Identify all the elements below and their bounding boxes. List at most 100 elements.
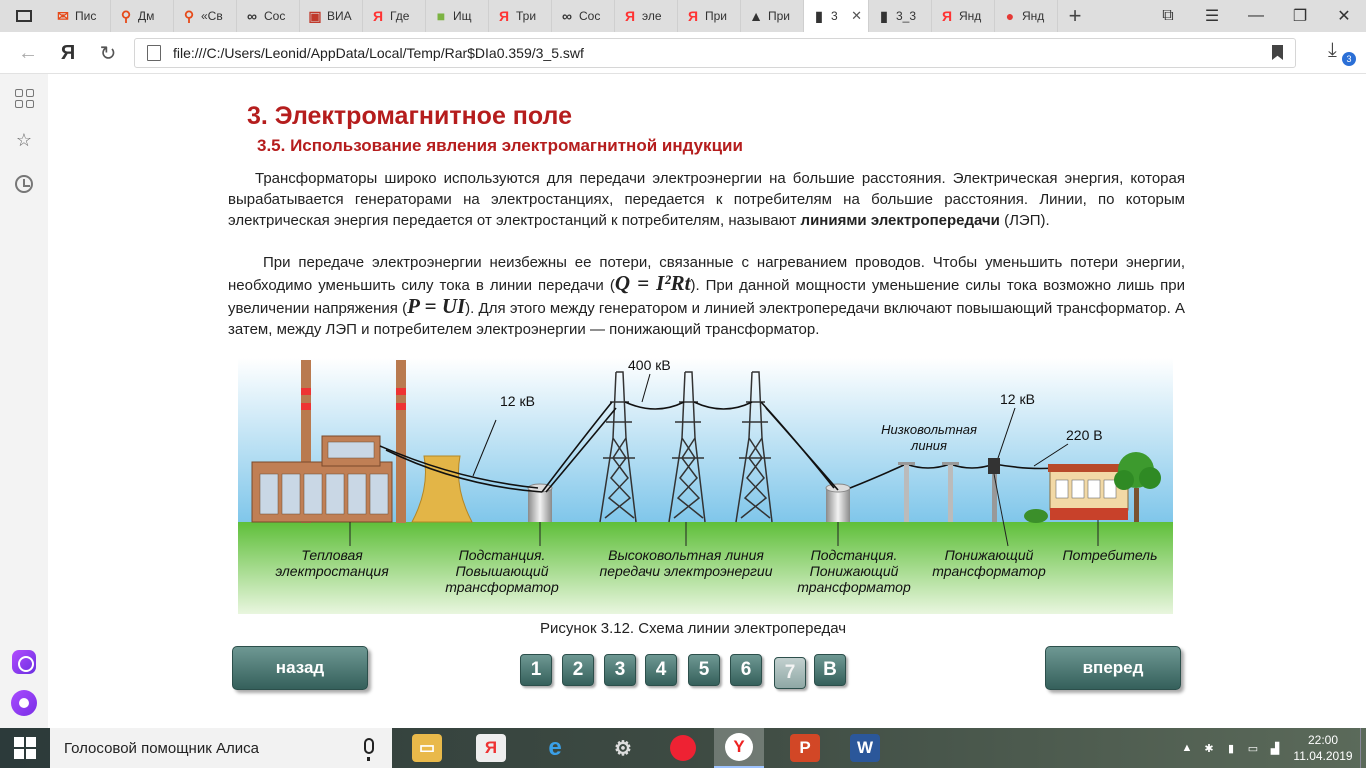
tab-item[interactable]: ⚲ «Св [174,0,237,32]
word-icon[interactable]: W [840,728,890,768]
page-icon [147,45,161,61]
downloads-button[interactable]: ⤓ 3 [1328,40,1356,66]
alice-chat-icon[interactable] [12,650,36,674]
tab-item[interactable]: ✉ Пис [48,0,111,32]
minimize-button[interactable]: — [1234,0,1278,32]
tab-item[interactable]: Я При [678,0,741,32]
tab-item[interactable]: Яэле [615,0,678,32]
window-icon [16,10,32,22]
powerpoint-icon[interactable]: P [780,728,830,768]
media-app-icon[interactable] [658,728,708,768]
restore-button[interactable]: ❐ [1278,0,1322,32]
tab-item[interactable]: ∞ Сос [237,0,300,32]
tab-strip: ✉ Пис ⚲ Дм ⚲ «Св ∞ Сос ▣ ВИА Я Где ■ Ищ Я Три ∞ Сос Яэле Я П… [48,0,1058,32]
formula-power: P = UI [407,294,466,318]
tab-label: ВИА [327,9,352,23]
tab-item[interactable]: ■ Ищ [426,0,489,32]
history-icon[interactable] [14,174,34,194]
label-sub2-1: Подстанция. [811,547,898,563]
yandex-logo-button[interactable]: Я [56,41,80,65]
tab-item[interactable]: ▮ 3_3 [869,0,932,32]
page-button-7[interactable]: 7 [774,657,806,689]
page-button-5[interactable]: 5 [688,654,720,686]
tab-label: Сос [264,9,286,23]
bluetooth-icon[interactable]: ✱ [1198,742,1220,755]
page-button-2[interactable]: 2 [562,654,594,686]
tab-item[interactable]: ▲ При [741,0,804,32]
page-button-6[interactable]: 6 [730,654,762,686]
settings-app-icon[interactable]: ⚙ [598,728,648,768]
tab-item[interactable]: ⚲ Дм [111,0,174,32]
page-button-3[interactable]: 3 [604,654,636,686]
address-bar: ← Я ↻ file:///C:/Users/Leonid/AppData/Lo… [0,32,1366,74]
tab-label: Янд [1022,9,1045,23]
yandex-icon: Я [498,8,510,24]
back-arrow-icon[interactable]: ← [16,41,40,65]
microphone-icon[interactable] [364,738,374,761]
page-button-4[interactable]: 4 [645,654,677,686]
tab-item[interactable]: ● Янд [995,0,1058,32]
tab-label: «Св [201,9,223,23]
bookmark-icon[interactable] [1272,45,1283,60]
show-desktop-button[interactable] [1360,728,1366,768]
keyboard-icon[interactable]: ▭ [1242,742,1264,755]
yandex-icon: Я [687,8,699,24]
tab-label: Дм [138,9,155,23]
yandex-app-icon[interactable]: Я [466,728,516,768]
battery-icon[interactable]: ▮ [1220,742,1242,755]
window-controls: ⧉ ☰ — ❐ ✕ [1146,0,1366,32]
url-text: file:///C:/Users/Leonid/AppData/Local/Te… [173,45,584,61]
close-tab-icon[interactable]: ✕ [851,8,862,24]
yandex-circle-icon: ● [1005,8,1015,24]
term-power-lines: линиями электропередачи [800,212,1000,229]
paragraph-2: При передаче электроэнергии неизбежны ее… [228,254,1185,338]
menu-icon[interactable]: ☰ [1190,0,1234,32]
reload-icon[interactable]: ↻ [96,41,120,65]
clock-time: 22:00 [1307,733,1339,747]
tab-item[interactable]: ∞ Сос [552,0,615,32]
section-subtitle: 3.5. Использование явления электромагнит… [257,136,743,155]
label-low-voltage-line-1: Низковольтная [881,422,977,437]
tab-label: Три [516,9,537,23]
network-icon[interactable]: ▟ [1264,742,1286,755]
tab-item[interactable]: Я Три [489,0,552,32]
label-sub2-2: Понижающий [810,563,899,579]
forward-button[interactable]: вперед [1045,646,1181,690]
new-tab-button[interactable]: + [1058,0,1092,32]
tab-label: Пис [75,9,97,23]
start-button[interactable] [0,728,50,768]
system-tray: ▲ ✱ ▮ ▭ ▟ 22:00 11.04.2019 [1176,728,1366,768]
close-window-button[interactable]: ✕ [1322,0,1366,32]
yandex-browser-icon[interactable]: Y [714,728,764,768]
internet-explorer-icon[interactable]: e [530,728,580,768]
figure-caption: Рисунок 3.12. Схема линии электропередач [540,620,847,637]
apps-grid-icon[interactable] [14,88,34,108]
alice-voice-icon[interactable] [11,690,37,716]
url-field[interactable]: file:///C:/Users/Leonid/AppData/Local/Te… [134,38,1296,68]
label-plant-2: электростанция [275,563,389,579]
star-icon[interactable]: ☆ [14,130,34,150]
tabs-menu-button[interactable] [0,0,48,32]
taskbar: Голосовой помощник Алиса ▭ Я e ⚙ Y P W ▲… [0,728,1366,768]
search-text: Голосовой помощник Алиса [64,739,259,757]
page-content: 3. Электромагнитное поле 3.5. Использова… [48,74,1366,728]
label-down-1: Понижающий [945,547,1034,563]
tab-item[interactable]: ▮ 3 ✕ [804,0,869,32]
tab-item[interactable]: Я Где [363,0,426,32]
tab-item[interactable]: Я Янд [932,0,995,32]
file-explorer-icon[interactable]: ▭ [402,728,452,768]
label-low-voltage-line-2: линия [910,438,947,453]
mountain-icon: ▲ [749,8,763,24]
page-button-1[interactable]: 1 [520,654,552,686]
label-400kv: 400 кВ [628,358,671,373]
clock[interactable]: 22:00 11.04.2019 [1286,732,1360,764]
tab-label: Где [390,9,410,23]
label-sub1-1: Подстанция. [459,547,546,563]
taskbar-search[interactable]: Голосовой помощник Алиса [50,728,392,768]
collections-icon[interactable]: ⧉ [1146,0,1190,32]
tray-chevron-icon[interactable]: ▲ [1176,742,1198,754]
tab-item[interactable]: ▣ ВИА [300,0,363,32]
page-button-B[interactable]: B [814,654,846,686]
back-button[interactable]: назад [232,646,368,690]
downloads-badge: 3 [1342,52,1356,66]
